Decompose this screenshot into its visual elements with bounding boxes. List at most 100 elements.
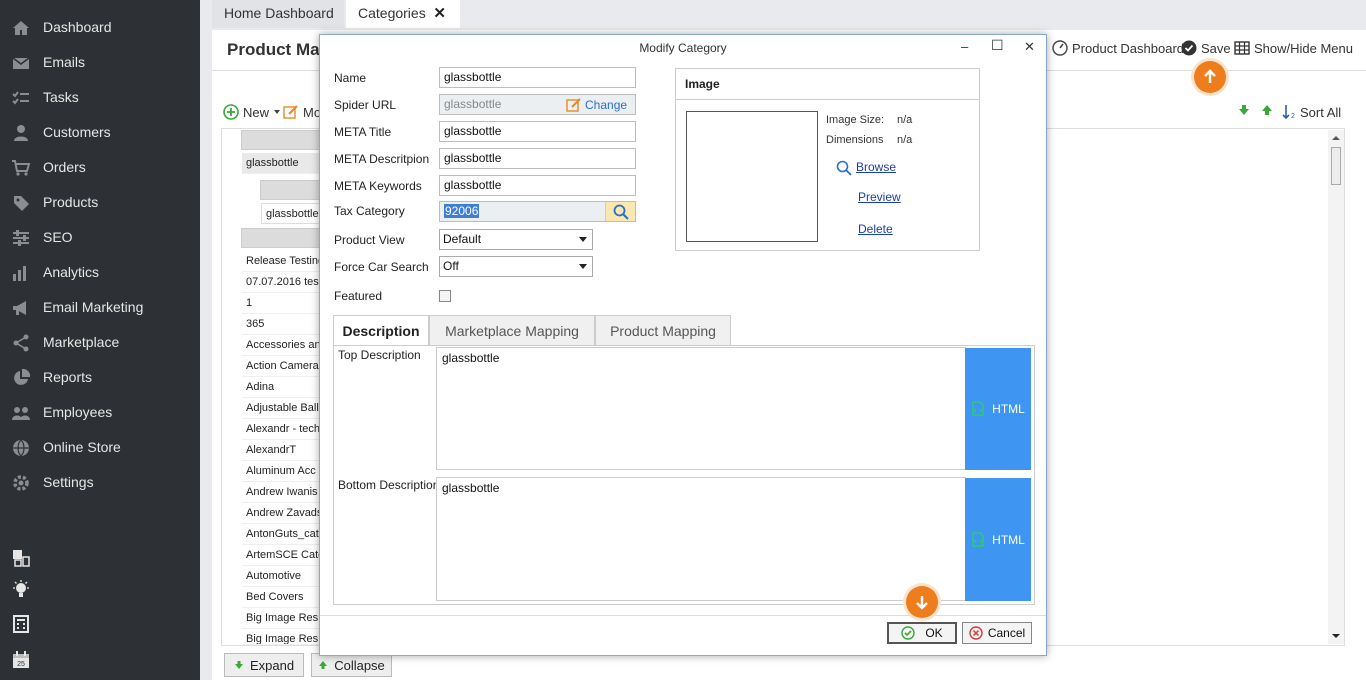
arrow-up-icon <box>1204 69 1216 83</box>
sidebar-item-tasks[interactable]: Tasks <box>0 80 200 115</box>
new-button[interactable]: New <box>223 104 281 120</box>
table-row[interactable]: ArtemSCE Cate <box>242 545 320 566</box>
meta-description-field[interactable]: glassbottle <box>439 148 636 169</box>
bar-chart-icon <box>13 266 26 281</box>
sidebar-item-label: Online Store <box>43 439 121 455</box>
meta-keywords-field[interactable]: glassbottle <box>439 175 636 196</box>
tree-group-row[interactable]: glassbottle <box>242 153 320 174</box>
cancel-circle-icon <box>969 626 983 640</box>
table-row[interactable]: Bed Covers <box>242 587 320 608</box>
table-row[interactable]: AntonGuts_cat <box>242 524 320 545</box>
tab-label: Categories <box>358 5 426 21</box>
scroll-down-button[interactable] <box>906 586 938 618</box>
preview-link[interactable]: Preview <box>858 190 901 204</box>
sidebar-item-email-marketing[interactable]: Email Marketing <box>0 290 200 325</box>
featured-checkbox[interactable] <box>439 290 451 302</box>
force-car-search-select[interactable]: Off <box>439 256 593 277</box>
share-icon <box>13 334 29 352</box>
calculator-icon[interactable] <box>11 614 31 634</box>
sidebar-item-settings[interactable]: Settings <box>0 465 200 500</box>
dialog-footer-divider <box>320 615 1046 616</box>
browse-link[interactable]: Browse <box>856 160 896 174</box>
layout-icon[interactable] <box>11 548 31 568</box>
table-row[interactable]: AlexandrT <box>242 440 320 461</box>
megaphone-icon <box>13 301 26 315</box>
tab-product-mapping[interactable]: Product Mapping <box>595 315 731 346</box>
table-row[interactable]: Automotive <box>242 566 320 587</box>
delete-link[interactable]: Delete <box>858 222 893 236</box>
top-html-button[interactable]: HTML <box>965 348 1031 470</box>
table-row[interactable]: Big Image Res <box>242 629 320 645</box>
sidebar-item-marketplace[interactable]: Marketplace <box>0 325 200 360</box>
sidebar-item-emails[interactable]: Emails <box>0 45 200 80</box>
sidebar-item-reports[interactable]: Reports <box>0 360 200 395</box>
expand-button[interactable]: Expand <box>224 653 304 677</box>
ok-button[interactable]: OK <box>887 622 957 644</box>
sidebar-item-products[interactable]: Products <box>0 185 200 220</box>
tab-home-dashboard[interactable]: Home Dashboard <box>212 0 344 28</box>
move-up-button[interactable] <box>1261 104 1273 116</box>
gear-icon <box>13 475 29 491</box>
table-row[interactable]: Adjustable Ball <box>242 398 320 419</box>
calendar-icon[interactable]: 25 <box>11 650 31 670</box>
save-button[interactable]: Save <box>1181 40 1231 56</box>
sidebar-item-customers[interactable]: Customers <box>0 115 200 150</box>
table-row[interactable]: Release Testing <box>242 251 320 272</box>
sidebar-item-seo[interactable]: SEO <box>0 220 200 255</box>
check-circle-icon <box>1181 40 1197 56</box>
close-button[interactable]: ✕ <box>1024 39 1035 55</box>
meta-title-field[interactable]: glassbottle <box>439 121 636 142</box>
bottom-description-field[interactable]: glassbottle <box>436 477 966 601</box>
vertical-scrollbar[interactable] <box>1328 130 1344 644</box>
scroll-up-icon[interactable] <box>1328 132 1344 144</box>
sidebar-item-analytics[interactable]: Analytics <box>0 255 200 290</box>
minimize-button[interactable]: – <box>961 39 968 54</box>
product-view-select[interactable]: Default <box>439 229 593 250</box>
table-row[interactable]: Action Camera <box>242 356 320 377</box>
close-icon[interactable]: ✕ <box>433 4 446 22</box>
table-row[interactable]: Andrew Zavads <box>242 503 320 524</box>
tab-marketplace-mapping[interactable]: Marketplace Mapping <box>429 315 595 346</box>
table-row[interactable]: 07.07.2016 test <box>242 272 320 293</box>
product-dashboard-button[interactable]: Product Dashboard <box>1052 40 1184 56</box>
new-label: New <box>243 104 270 120</box>
spider-url-value: glassbottle <box>444 97 502 111</box>
search-icon <box>613 204 629 220</box>
table-row[interactable]: Accessories and <box>242 335 320 356</box>
sidebar-item-online-store[interactable]: Online Store <box>0 430 200 465</box>
tasks-icon <box>12 91 29 105</box>
tab-categories[interactable]: Categories ✕ <box>346 0 460 28</box>
sidebar-item-orders[interactable]: Orders <box>0 150 200 185</box>
tree-group-row[interactable]: glassbottle <box>261 203 320 224</box>
sort-all-button[interactable]: 2 Sort All <box>1282 104 1341 120</box>
sidebar-item-employees[interactable]: Employees <box>0 395 200 430</box>
sidebar-item-dashboard[interactable]: Dashboard <box>0 10 200 45</box>
table-row[interactable]: Andrew Iwanis <box>242 482 320 503</box>
maximize-button[interactable]: ☐ <box>991 37 1004 54</box>
cart-icon <box>12 160 31 176</box>
scroll-down-icon[interactable] <box>1328 630 1344 642</box>
table-row[interactable]: Alexandr - tech <box>242 419 320 440</box>
ok-label: OK <box>925 626 943 640</box>
table-row[interactable]: 365 <box>242 314 320 335</box>
table-row[interactable]: Big Image Res <box>242 608 320 629</box>
collapse-button[interactable]: Collapse <box>311 653 392 677</box>
scroll-up-button[interactable] <box>1194 61 1226 93</box>
move-down-button[interactable] <box>1238 104 1250 116</box>
scrollbar-thumb[interactable] <box>1331 147 1341 185</box>
modify-button[interactable]: Mo <box>283 104 321 120</box>
table-row[interactable]: 1 <box>242 293 320 314</box>
table-row[interactable]: Aluminum Acc <box>242 461 320 482</box>
tax-search-button[interactable] <box>605 202 635 221</box>
show-hide-menu-button[interactable]: Show/Hide Menu <box>1234 40 1353 56</box>
lightbulb-icon[interactable] <box>11 580 31 600</box>
name-field[interactable]: glassbottle <box>439 67 636 88</box>
table-row[interactable]: Adina <box>242 377 320 398</box>
search-icon <box>836 160 852 176</box>
bottom-html-button[interactable]: HTML <box>965 478 1031 601</box>
tab-description[interactable]: Description <box>333 315 429 346</box>
change-button[interactable]: Change <box>566 95 634 114</box>
cancel-button[interactable]: Cancel <box>962 622 1032 644</box>
arrow-up-icon <box>319 661 328 669</box>
top-description-field[interactable]: glassbottle <box>436 347 966 470</box>
